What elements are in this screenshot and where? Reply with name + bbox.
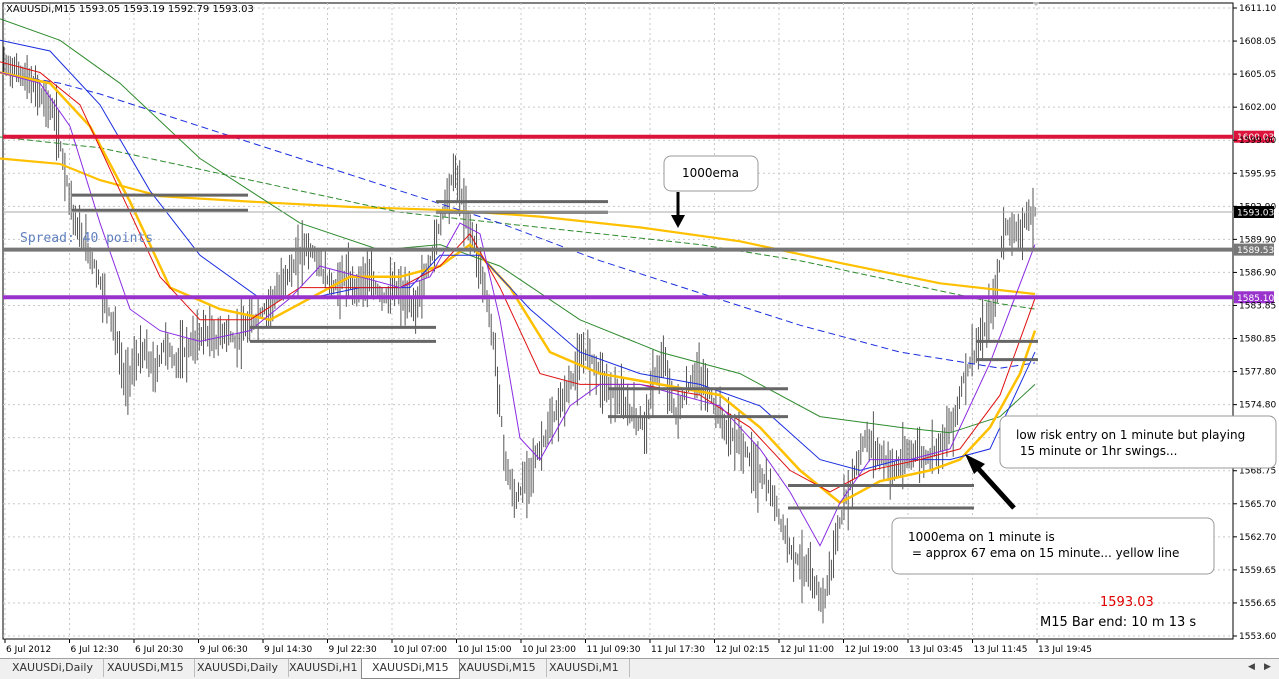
chart-tab[interactable]: XAUUSDi,M15 xyxy=(449,659,547,677)
x-tick-label: 12 Jul 02:15 xyxy=(716,645,770,655)
chart-tab[interactable]: XAUUSDi,H1 xyxy=(279,659,369,677)
x-tick-label: 10 Jul 15:00 xyxy=(458,645,512,655)
x-tick-label: 9 Jul 14:30 xyxy=(264,645,313,655)
y-tick-label: 1602.00 xyxy=(1239,103,1276,113)
callout-ema-equivalence: 1000ema on 1 minute is = approx 67 ema o… xyxy=(891,517,1215,575)
y-tick-label: 1553.60 xyxy=(1239,632,1276,642)
x-tick-label: 6 Jul 2012 xyxy=(6,645,51,655)
y-tick-label: 1605.05 xyxy=(1239,70,1276,80)
y-tick-label: 1592.90 xyxy=(1239,202,1276,212)
chart-tab[interactable]: XAUUSDi,M1 xyxy=(539,659,630,677)
y-tick-label: 1586.90 xyxy=(1239,268,1276,278)
x-tick-label: 12 Jul 11:00 xyxy=(780,645,834,655)
level-price-text: 1589.53 xyxy=(1237,246,1274,256)
bar-end-timer: M15 Bar end: 10 m 13 s xyxy=(1040,615,1196,630)
x-tick-label: 13 Jul 03:45 xyxy=(909,645,963,655)
chart-tab-bar: XAUUSDi,Daily XAUUSDi,M15 XAUUSDi,Daily XAU… xyxy=(0,658,1279,679)
chart-tab[interactable]: XAUUSDi,Daily xyxy=(187,659,290,677)
chart-tab[interactable]: XAUUSDi,M15 xyxy=(97,659,195,677)
y-tick-label: 1565.70 xyxy=(1239,500,1276,510)
y-tick-label: 1595.95 xyxy=(1239,169,1276,179)
tab-scroll-right-icon[interactable]: ▶ xyxy=(1264,662,1271,672)
x-tick-label: 9 Jul 06:30 xyxy=(200,645,249,655)
spread-label: Spread: 40 points xyxy=(20,231,153,246)
tab-scroll-left-icon[interactable]: ◀ xyxy=(1248,662,1255,672)
y-tick-label: 1559.65 xyxy=(1239,566,1276,576)
x-tick-label: 11 Jul 17:30 xyxy=(651,645,705,655)
y-tick-label: 1574.80 xyxy=(1239,401,1276,411)
callout-1000ema: 1000ema xyxy=(663,155,759,192)
y-tick-label: 1599.00 xyxy=(1239,136,1276,146)
y-tick-label: 1556.65 xyxy=(1239,599,1276,609)
x-tick-label: 9 Jul 22:30 xyxy=(329,645,378,655)
symbol-header: XAUUSDi,M15 1593.05 1593.19 1592.79 1593… xyxy=(6,4,254,15)
x-tick-label: 13 Jul 11:45 xyxy=(974,645,1028,655)
x-tick-label: 12 Jul 19:00 xyxy=(845,645,899,655)
y-tick-label: 1611.10 xyxy=(1239,4,1276,14)
callout-low-risk-entry: low risk entry on 1 minute but playing 1… xyxy=(999,415,1277,469)
price-chart[interactable]: 1600.031589.531585.101593.03 1611.101608… xyxy=(0,0,1279,658)
y-tick-label: 1583.85 xyxy=(1239,301,1276,311)
x-tick-label: 13 Jul 19:45 xyxy=(1038,645,1092,655)
y-tick-label: 1562.70 xyxy=(1239,533,1276,543)
x-tick-label: 6 Jul 12:30 xyxy=(71,645,120,655)
y-tick-label: 1580.85 xyxy=(1239,335,1276,345)
y-tick-label: 1577.80 xyxy=(1239,368,1276,378)
current-price-label: 1593.03 xyxy=(1100,595,1154,610)
x-tick-label: 10 Jul 23:00 xyxy=(522,645,576,655)
chart-tab[interactable]: XAUUSDi,M15 xyxy=(361,659,460,679)
x-tick-label: 11 Jul 09:30 xyxy=(587,645,641,655)
x-tick-label: 6 Jul 20:30 xyxy=(135,645,184,655)
y-tick-label: 1608.05 xyxy=(1239,37,1276,47)
callout-1000ema-text: 1000ema xyxy=(682,166,739,180)
chart-tab[interactable]: XAUUSDi,Daily xyxy=(2,659,105,677)
x-tick-label: 10 Jul 07:00 xyxy=(393,645,447,655)
y-tick-label: 1589.90 xyxy=(1239,235,1276,245)
